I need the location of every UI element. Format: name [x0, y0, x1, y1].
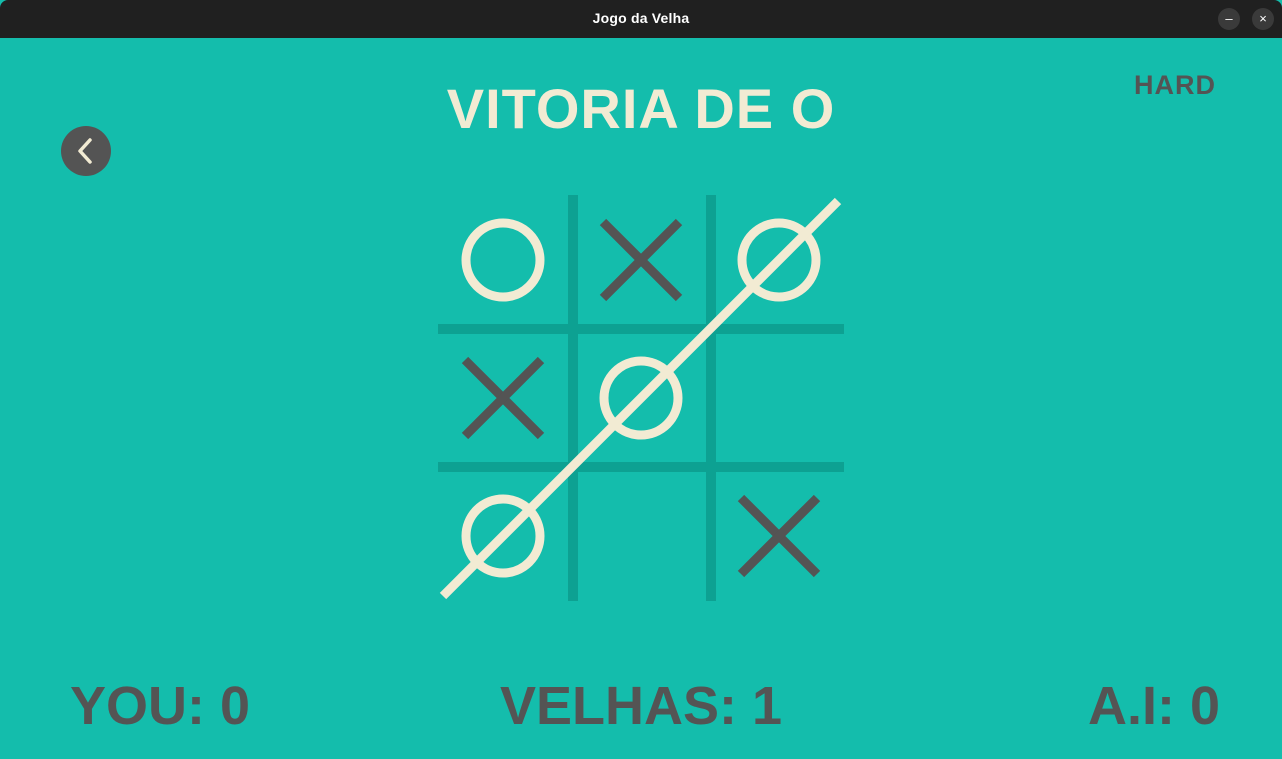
- game-board: [438, 195, 844, 601]
- board-cell-1-0[interactable]: [441, 336, 565, 460]
- board-cell-0-1[interactable]: [579, 198, 703, 322]
- grid-line-horizontal: [438, 462, 844, 472]
- minimize-button[interactable]: –: [1218, 8, 1240, 30]
- title-bar: Jogo da Velha – ×: [0, 0, 1282, 38]
- board-canvas: [438, 195, 844, 601]
- board-cell-1-2[interactable]: [717, 336, 841, 460]
- board-cell-0-0[interactable]: [441, 198, 565, 322]
- window-title: Jogo da Velha: [592, 10, 690, 26]
- grid-line-vertical: [706, 195, 716, 601]
- board-cell-2-1[interactable]: [579, 474, 703, 598]
- game-status: VITORIA DE O: [446, 77, 836, 140]
- close-button[interactable]: ×: [1252, 8, 1274, 30]
- ai-score: A.I: 0: [1087, 676, 1220, 736]
- difficulty-toggle[interactable]: HARD: [1100, 70, 1250, 101]
- game-window: Jogo da Velha – × VITORIA DE O HARD YOU:…: [0, 0, 1282, 759]
- grid-line-vertical: [568, 195, 578, 601]
- board-cell-2-2[interactable]: [717, 474, 841, 598]
- grid-line-horizontal: [438, 324, 844, 334]
